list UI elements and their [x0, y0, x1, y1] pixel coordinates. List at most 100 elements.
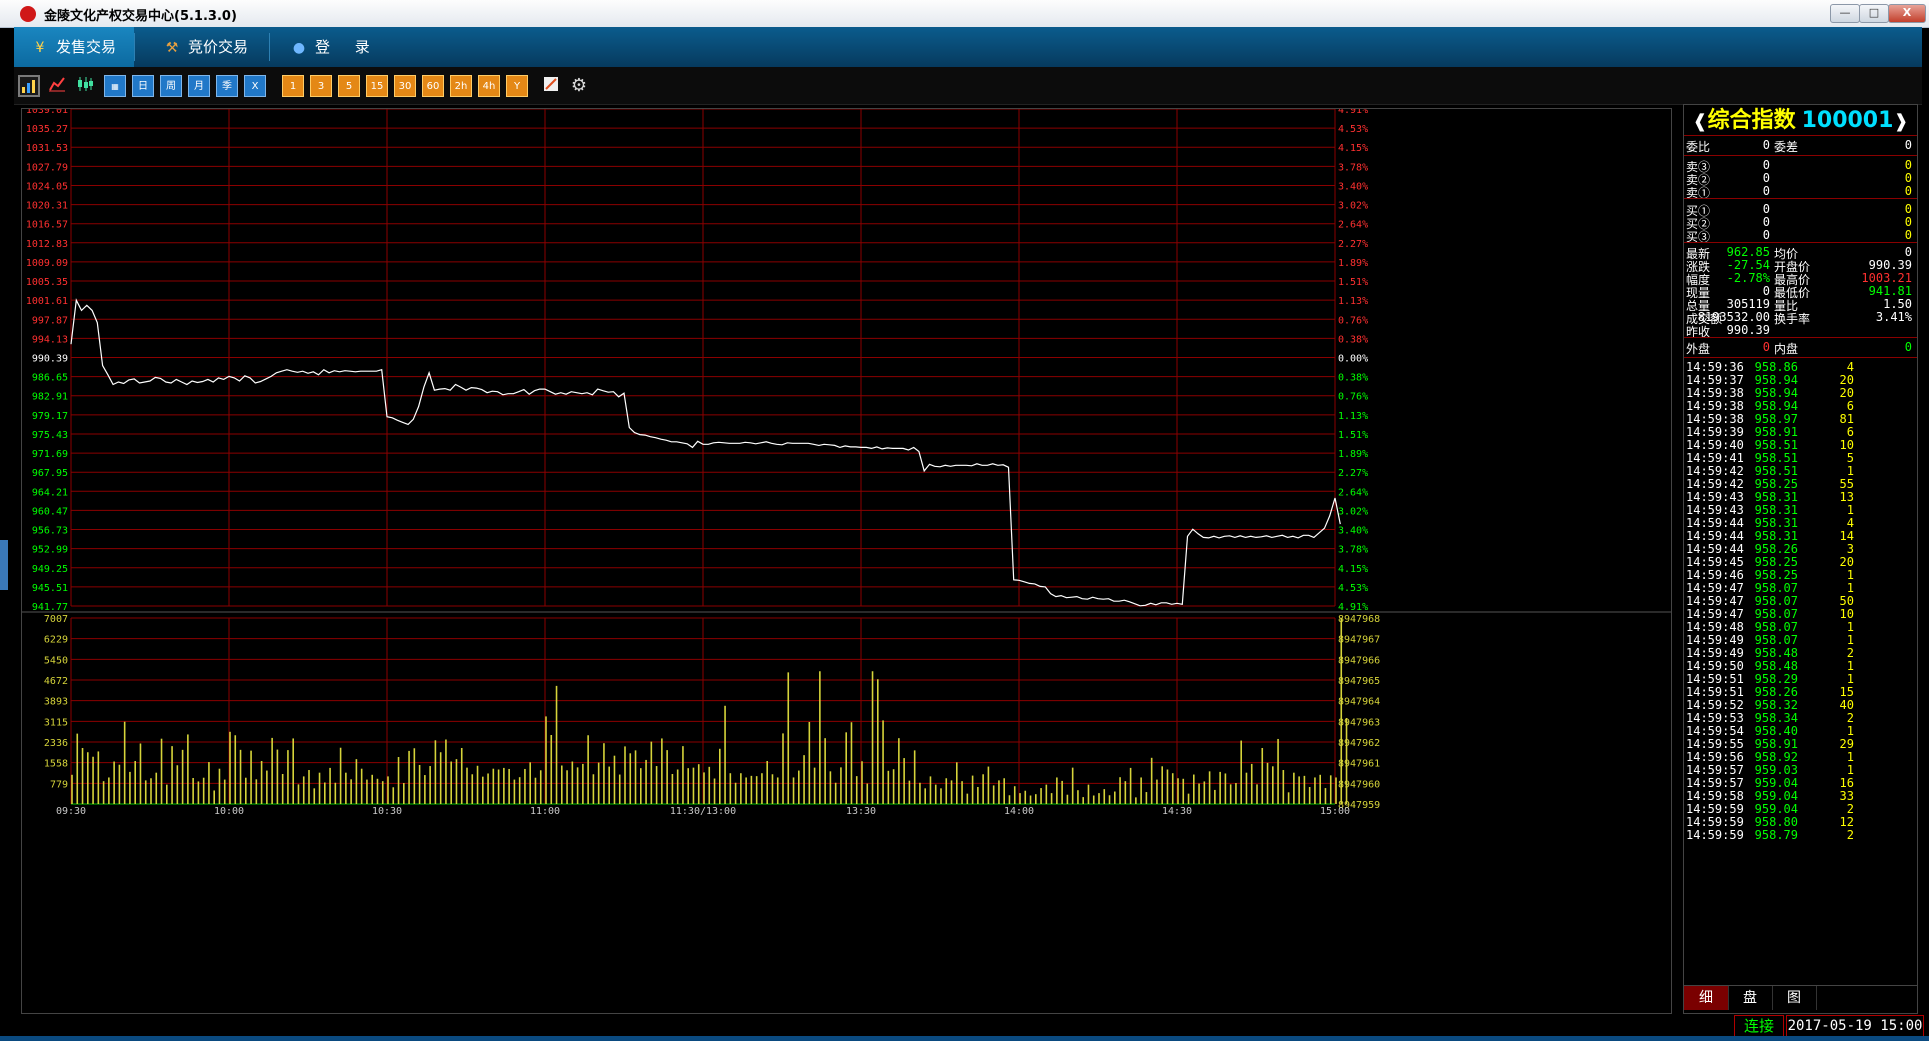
percent-tick-label: 1.51%	[1338, 430, 1368, 441]
candlestick-button[interactable]	[74, 75, 96, 97]
tab-auction-trading[interactable]: ⚒ 竞价交易	[134, 27, 269, 67]
stat-value-2: 941.81	[1868, 284, 1912, 298]
period-day-button[interactable]: 日	[132, 75, 154, 97]
tab-auction-label: 竞价交易	[188, 38, 249, 56]
calendar-button[interactable]: ▦	[104, 75, 126, 97]
percent-tick-label: 2.27%	[1338, 239, 1368, 250]
connection-status[interactable]: 连接	[1734, 1015, 1784, 1037]
period-week-button[interactable]: 周	[160, 75, 182, 97]
volume-tick-label: 6229	[44, 635, 68, 646]
tick-price: 958.25	[1754, 555, 1798, 569]
price-tick-label: 1009.09	[26, 258, 68, 269]
percent-tick-label: 2.64%	[1338, 220, 1368, 231]
period-quarter-button[interactable]: 季	[216, 75, 238, 97]
period-month-button[interactable]: 月	[188, 75, 210, 97]
minute-3-button[interactable]: 3	[310, 75, 332, 97]
timeshare-chart-button[interactable]	[18, 75, 40, 97]
price-tick-label: 1012.83	[26, 239, 68, 250]
tick-price: 958.31	[1754, 503, 1798, 517]
tick-price: 958.26	[1754, 685, 1798, 699]
minimize-button[interactable]: —	[1830, 4, 1860, 23]
close-button[interactable]: X	[1888, 4, 1926, 23]
period-x-button[interactable]: X	[244, 75, 266, 97]
tick-volume: 1	[1846, 763, 1854, 777]
price-tick-label: 967.95	[32, 468, 68, 479]
tab-login[interactable]: ● 登 录	[271, 27, 391, 67]
time-tick-label: 11:30/13:00	[670, 806, 736, 817]
percent-tick-label: 4.91%	[1338, 109, 1368, 116]
tick-price: 959.03	[1754, 763, 1798, 777]
tick-price: 958.31	[1754, 516, 1798, 530]
minute-15-button[interactable]: 15	[366, 75, 388, 97]
weibi-label: 委比	[1686, 140, 1711, 154]
ask-volume: 0	[1904, 184, 1912, 198]
tick-price: 958.31	[1754, 529, 1798, 543]
tick-volume: 1	[1846, 568, 1854, 582]
percent-tick-label: 2.64%	[1338, 487, 1368, 498]
outer-volume-label: 外盘	[1686, 342, 1711, 356]
tab-chart[interactable]: 图	[1772, 986, 1817, 1010]
panel-divider	[1684, 357, 1917, 358]
tick-volume: 1	[1846, 503, 1854, 517]
tick-price: 958.86	[1754, 360, 1798, 374]
settings-button[interactable]: ⚙	[568, 75, 590, 97]
tick-volume: 1	[1846, 464, 1854, 478]
tab-board[interactable]: 盘	[1728, 986, 1773, 1010]
volume-tick-label: 3115	[44, 717, 68, 728]
line-chart-icon	[49, 77, 65, 92]
tab-sell-trading[interactable]: ¥ 发售交易	[14, 27, 134, 67]
tick-volume: 2	[1846, 646, 1854, 660]
tick-volume: 10	[1839, 438, 1854, 452]
tick-price: 958.07	[1754, 581, 1798, 595]
next-symbol-icon[interactable]: ❱	[1893, 111, 1908, 132]
draw-line-button[interactable]	[540, 75, 562, 97]
time-tick-label: 14:30	[1162, 806, 1192, 817]
stat-value: -27.54	[1726, 258, 1770, 272]
tick-volume: 29	[1839, 737, 1854, 751]
minute-1-button[interactable]: 1	[282, 75, 304, 97]
weibi-value: 0	[1762, 138, 1770, 152]
minute-60-button[interactable]: 60	[422, 75, 444, 97]
tick-price: 958.07	[1754, 594, 1798, 608]
tick-price: 959.04	[1754, 789, 1798, 803]
quote-tabs: 细 盘 图	[1684, 985, 1917, 1010]
percent-tick-label: 2.27%	[1338, 468, 1368, 479]
price-tick-label: 1016.57	[26, 220, 68, 231]
tick-price: 958.31	[1754, 490, 1798, 504]
ask-price: 0	[1762, 158, 1770, 172]
inner-volume-value: 0	[1904, 340, 1912, 354]
side-collapse-handle[interactable]	[0, 540, 8, 590]
stat-value: 0	[1762, 284, 1770, 298]
tick-price: 958.40	[1754, 724, 1798, 738]
minute-30-button[interactable]: 30	[394, 75, 416, 97]
stat-value-2: 3.41%	[1875, 310, 1912, 324]
line-chart-button[interactable]	[46, 75, 68, 97]
stat-value: 305119	[1726, 297, 1770, 311]
year-button[interactable]: Y	[506, 75, 528, 97]
bid-volume: 0	[1904, 215, 1912, 229]
app-logo-icon	[20, 6, 36, 22]
tick-volume: 15	[1839, 685, 1854, 699]
tick-volume: 10	[1839, 607, 1854, 621]
percent-tick-label: 4.15%	[1338, 143, 1368, 154]
time-tick-label: 10:30	[372, 806, 402, 817]
tick-price: 958.26	[1754, 542, 1798, 556]
hour-4-button[interactable]: 4h	[478, 75, 500, 97]
percent-tick-label: 0.00%	[1338, 354, 1368, 365]
yen-icon: ¥	[35, 40, 45, 56]
draw-line-icon	[544, 77, 558, 91]
percent-tick-label: 3.40%	[1338, 181, 1368, 192]
minute-5-button[interactable]: 5	[338, 75, 360, 97]
price-tick-label: 1031.53	[26, 143, 68, 154]
tick-volume: 1	[1846, 633, 1854, 647]
prev-symbol-icon[interactable]: ❰	[1692, 111, 1707, 132]
volume-tick-label: 1558	[44, 759, 68, 770]
quote-title: ❰综合指数 100001❱	[1684, 107, 1917, 135]
tick-volume: 13	[1839, 490, 1854, 504]
maximize-button[interactable]: □	[1859, 4, 1889, 23]
tick-volume: 55	[1839, 477, 1854, 491]
hour-2-button[interactable]: 2h	[450, 75, 472, 97]
window-titlebar: 金陵文化产权交易中心(5.1.3.0) — □ X	[0, 0, 1929, 28]
tab-detail[interactable]: 细	[1684, 986, 1729, 1010]
weicha-label: 委差	[1774, 140, 1799, 154]
